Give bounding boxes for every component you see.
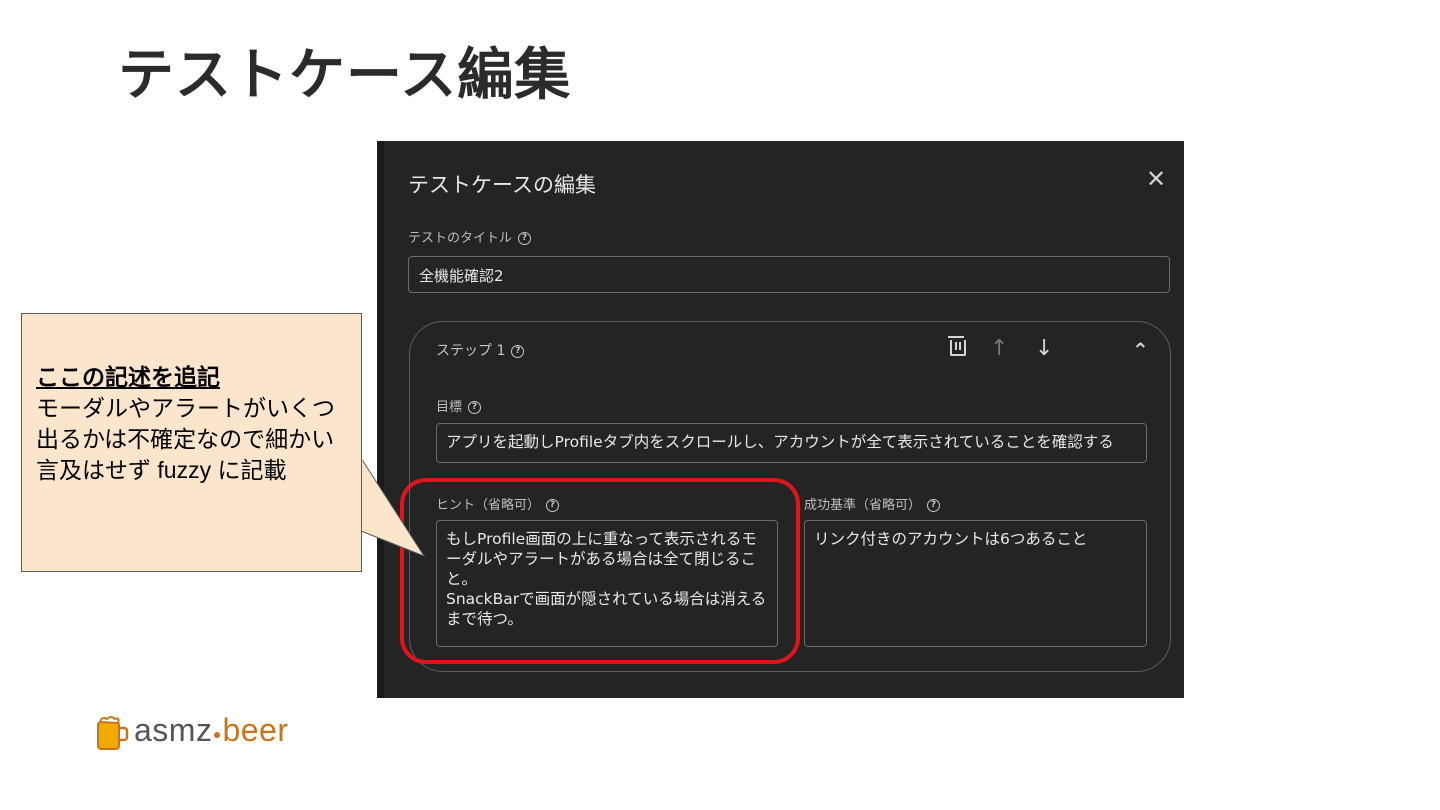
move-up-icon[interactable]: ↑ [990,336,1008,361]
close-button[interactable]: ✕ [1142,165,1170,193]
test-title-label-text: テストのタイトル [408,231,513,246]
objective-textarea[interactable]: アプリを起動しProfileタブ内をスクロールし、アカウントが全て表示されている… [436,423,1147,463]
help-icon[interactable]: ? [927,499,941,512]
help-icon[interactable]: ? [518,232,532,245]
test-title-input[interactable]: 全機能確認2 [408,256,1170,293]
step-label-text: ステップ 1 [436,343,506,359]
dialog-left-edge [377,141,384,698]
logo-text-beer: beer [222,712,289,748]
logo-text-asmz: asmz [134,712,213,748]
objective-label: 目標? [436,396,482,415]
help-icon[interactable]: ? [511,344,525,358]
delete-step-icon[interactable] [948,336,966,356]
success-criteria-textarea[interactable]: リンク付きのアカウントは6つあること [804,520,1147,647]
logo-dot [214,732,221,738]
logo-text: asmz beer [134,712,289,749]
asmz-beer-logo: asmz beer [96,712,288,753]
objective-label-text: 目標 [436,400,463,415]
callout-box: ここの記述を追記 モーダルやアラートがいくつ出るかは不確定なので細かい言及はせず… [21,313,362,572]
slide-title: テストケース編集 [118,43,572,108]
close-icon: ✕ [1145,165,1167,193]
dialog-title: テストケースの編集 [408,173,596,197]
help-icon[interactable]: ? [468,401,482,414]
success-criteria-label-text: 成功基準（省略可） [804,498,922,513]
callout-heading: ここの記述を追記 [36,364,220,390]
callout-body: モーダルやアラートがいくつ出るかは不確定なので細かい言及はせず fuzzy に記… [36,395,335,483]
beer-mug-icon [97,716,129,750]
test-title-label: テストのタイトル? [408,227,532,246]
move-down-icon[interactable]: ↓ [1035,336,1053,361]
collapse-chevron-icon[interactable]: ⌃ [1132,338,1149,362]
success-criteria-label: 成功基準（省略可）? [804,494,941,513]
highlight-ring [400,478,800,664]
step-label: ステップ 1? [436,340,525,360]
